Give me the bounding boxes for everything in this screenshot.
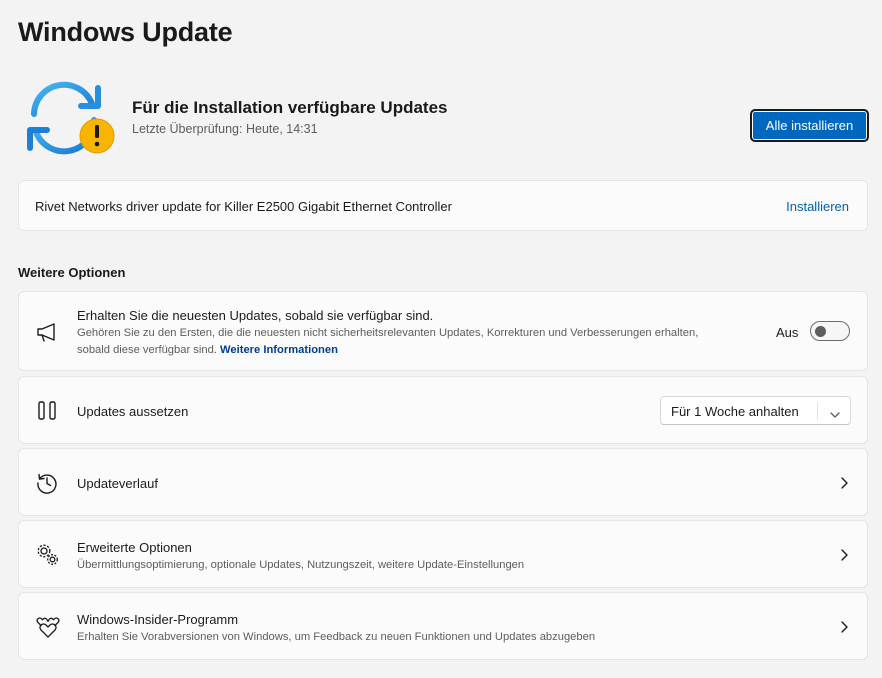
pause-updates-title: Updates aussetzen [77, 404, 189, 419]
insider-program-description: Erhalten Sie Vorabversionen von Windows,… [77, 631, 596, 643]
chevron-right-icon [839, 476, 849, 490]
install-all-button[interactable]: Alle installieren [750, 109, 869, 142]
more-info-link[interactable]: Weitere Informationen [220, 344, 338, 356]
advanced-options-description: Übermittlungsoptimierung, optionale Upda… [77, 559, 525, 571]
last-check-text: Letzte Überprüfung: Heute, 14:31 [132, 122, 318, 136]
latest-updates-card: Erhalten Sie die neuesten Updates, sobal… [18, 291, 868, 371]
pause-duration-value: Für 1 Woche anhalten [671, 404, 799, 419]
dropdown-divider [817, 402, 818, 420]
chevron-down-icon [829, 406, 841, 424]
pause-icon [38, 401, 56, 426]
insider-hearts-icon [35, 617, 61, 644]
toggle-state-label: Aus [776, 325, 799, 340]
latest-updates-title: Erhalten Sie die neuesten Updates, sobal… [77, 308, 434, 323]
insider-program-title: Windows-Insider-Programm [77, 612, 239, 627]
chevron-right-icon [839, 548, 849, 562]
update-history-card[interactable]: Updateverlauf [18, 448, 868, 516]
install-update-link[interactable]: Installieren [786, 199, 849, 214]
latest-updates-toggle[interactable] [810, 321, 850, 341]
page-title: Windows Update [18, 17, 233, 47]
toggle-knob [815, 326, 826, 337]
pause-duration-dropdown[interactable]: Für 1 Woche anhalten [660, 396, 851, 425]
gears-icon [36, 543, 60, 572]
chevron-right-icon [839, 620, 849, 634]
pending-update-card: Rivet Networks driver update for Killer … [18, 180, 868, 231]
insider-program-card[interactable]: Windows-Insider-Programm Erhalten Sie Vo… [18, 592, 868, 660]
advanced-options-title: Erweiterte Optionen [77, 540, 192, 555]
status-title: Für die Installation verfügbare Updates [132, 98, 448, 117]
megaphone-icon [36, 322, 58, 347]
section-title-more-options: Weitere Optionen [18, 265, 126, 280]
latest-updates-description: Gehören Sie zu den Ersten, die die neues… [77, 327, 699, 356]
update-history-title: Updateverlauf [77, 476, 158, 491]
sync-warning-icon [26, 80, 118, 156]
update-name: Rivet Networks driver update for Killer … [35, 199, 452, 214]
advanced-options-card[interactable]: Erweiterte Optionen Übermittlungsoptimie… [18, 520, 868, 588]
history-icon [36, 472, 58, 499]
